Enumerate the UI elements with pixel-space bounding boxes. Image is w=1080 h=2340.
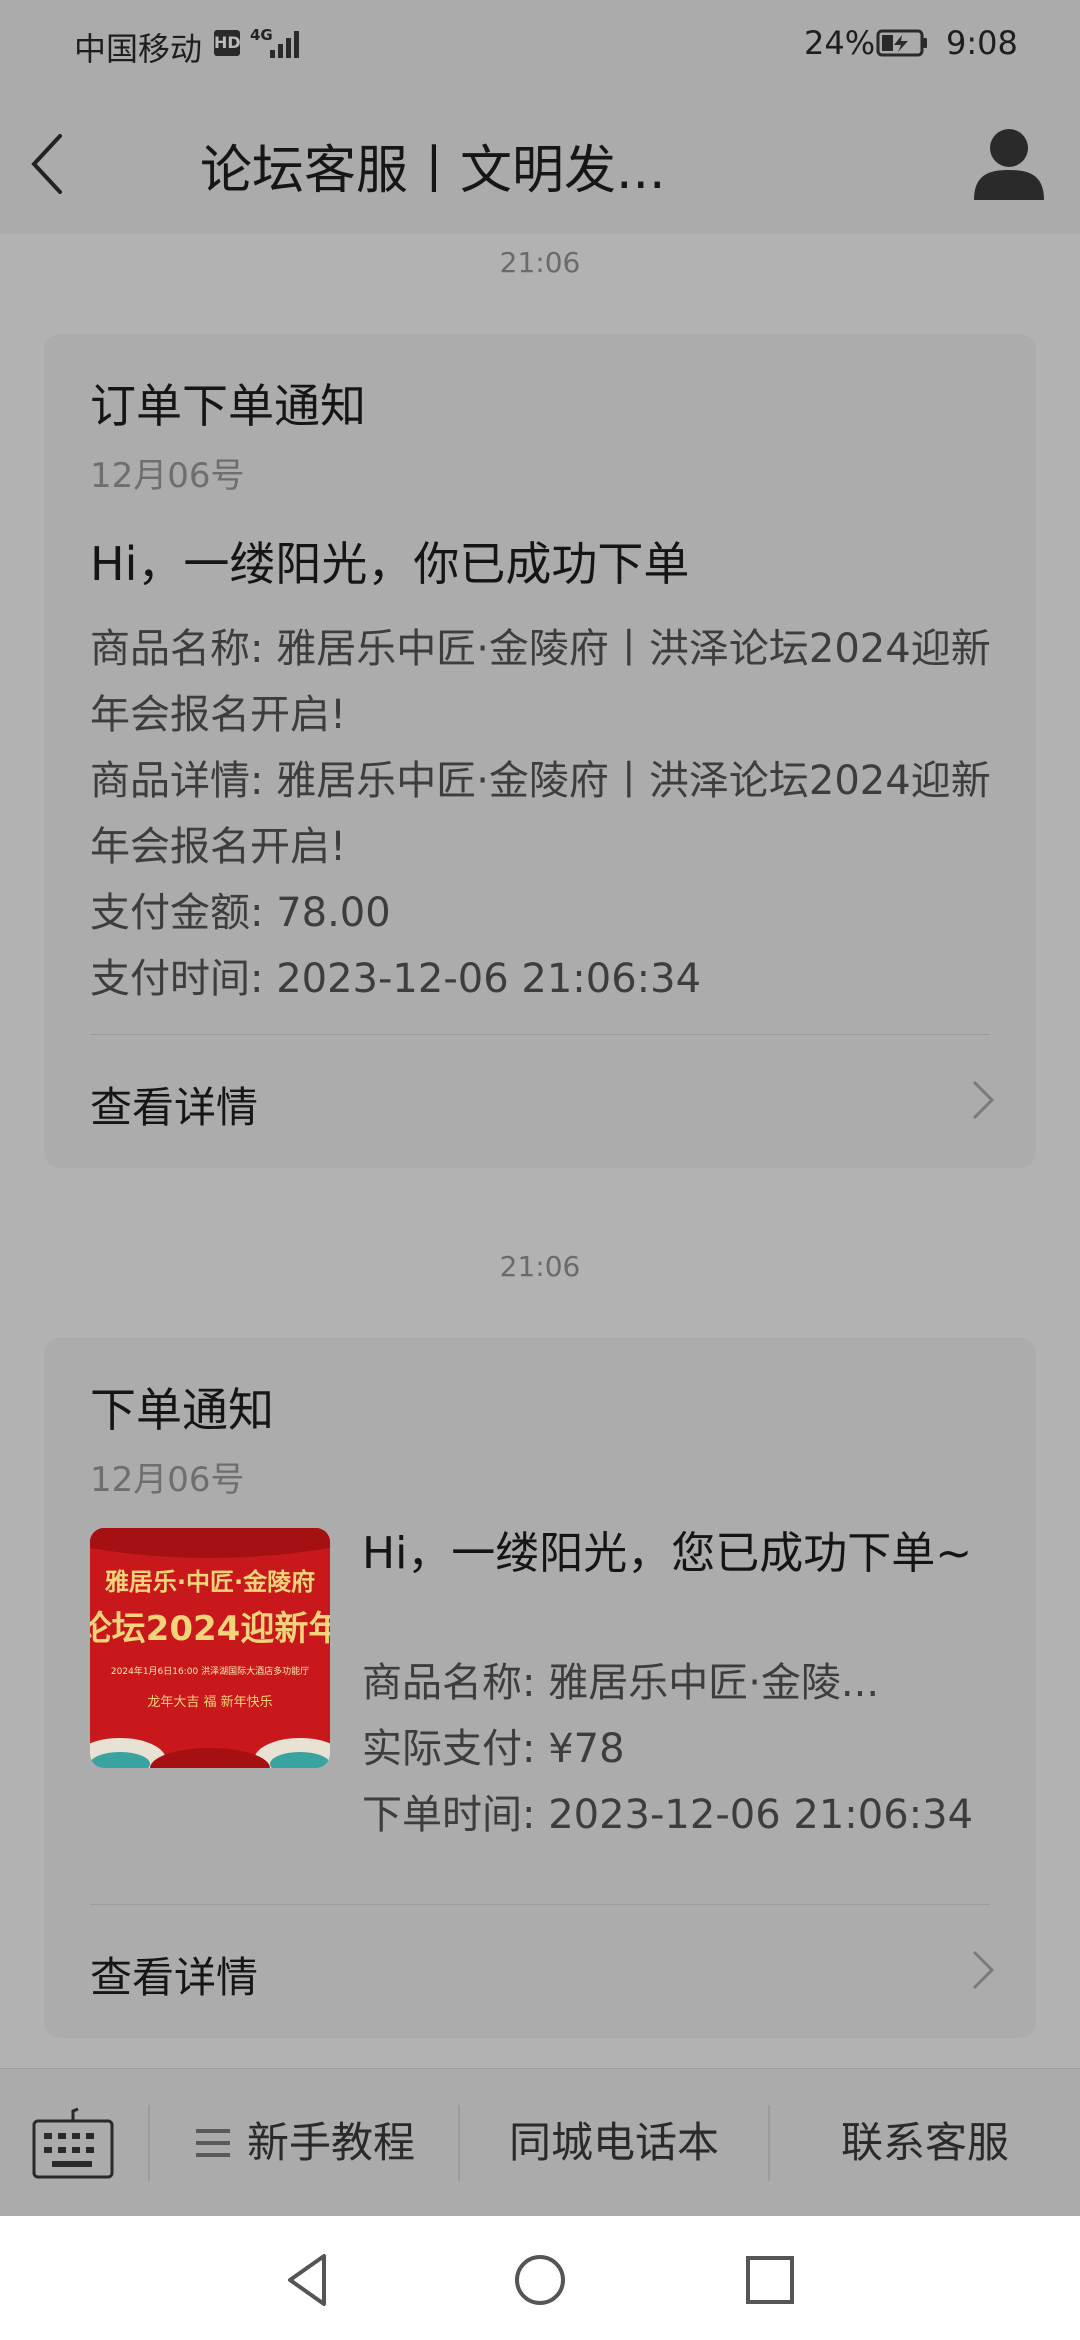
chevron-right-icon bbox=[972, 1950, 995, 1990]
chat-title: 论坛客服丨文明发... bbox=[200, 141, 666, 201]
card-date: 12月06号 bbox=[90, 456, 245, 496]
battery-percent: 24% bbox=[804, 24, 876, 62]
order-notification-card[interactable]: 订单下单通知 12月06号 Hi，一缕阳光，你已成功下单 商品名称: 雅居乐中匠… bbox=[44, 334, 1036, 1168]
poster-line-4: 龙年大吉 福 新年快乐 bbox=[147, 1694, 272, 1710]
card-title: 订单下单通知 bbox=[90, 379, 366, 433]
hamburger-icon bbox=[196, 2129, 230, 2157]
view-details-label: 查看详情 bbox=[90, 1083, 259, 1132]
order-time-line: 下单时间: 2023-12-06 21:06:34 bbox=[362, 1792, 974, 1838]
poster-line-1: 雅居乐·中匠·金陵府 bbox=[105, 1568, 315, 1596]
product-name-line: 商品名称: 雅居乐中匠·金陵府丨洪泽论坛2024迎新年会报名开启! bbox=[90, 626, 991, 738]
view-details-link[interactable]: 查看详情 bbox=[44, 1036, 1036, 1166]
message-timestamp: 21:06 bbox=[499, 246, 581, 279]
view-details-link[interactable]: 查看详情 bbox=[44, 1906, 1036, 2036]
card-title: 下单通知 bbox=[90, 1383, 274, 1437]
card-greeting: Hi，一缕阳光，你已成功下单 bbox=[90, 537, 690, 591]
divider bbox=[90, 1034, 990, 1035]
profile-person-icon[interactable] bbox=[968, 122, 1050, 204]
card-date: 12月06号 bbox=[90, 1460, 245, 1500]
menu-item-city-phonebook[interactable]: 同城电话本 bbox=[460, 2069, 768, 2217]
back-chevron-left-icon[interactable] bbox=[18, 122, 82, 206]
order-notification-card[interactable]: 下单通知 12月06号 雅居乐·中匠·金陵府 论坛2024迎新年 2024年1月… bbox=[44, 1338, 1036, 2038]
menu-item-contact-support[interactable]: 联系客服 bbox=[770, 2069, 1080, 2217]
nav-home-circle-icon[interactable] bbox=[508, 2248, 572, 2312]
card-greeting: Hi，一缕阳光，您已成功下单~ bbox=[362, 1528, 973, 1579]
carrier-name: 中国移动 bbox=[74, 30, 203, 68]
clock: 9:08 bbox=[946, 24, 1018, 62]
bottom-menu-bar: 新手教程 同城电话本 联系客服 bbox=[0, 2068, 1080, 2217]
poster-line-2: 论坛2024迎新年 bbox=[90, 1609, 330, 1649]
nav-back-triangle-icon[interactable] bbox=[278, 2248, 342, 2312]
message-timestamp: 21:06 bbox=[499, 1250, 581, 1283]
battery-charging-icon bbox=[876, 29, 927, 57]
actual-payment-line: 实际支付: ¥78 bbox=[362, 1726, 625, 1772]
chat-header: 论坛客服丨文明发... bbox=[0, 92, 1080, 234]
event-poster-thumbnail[interactable]: 雅居乐·中匠·金陵府 论坛2024迎新年 2024年1月6日16:00 洪泽湖国… bbox=[90, 1528, 330, 1768]
chevron-right-icon bbox=[972, 1080, 995, 1120]
system-navigation-bar bbox=[0, 2216, 1080, 2340]
divider bbox=[90, 1904, 990, 1905]
payment-amount-line: 支付金额: 78.00 bbox=[90, 890, 391, 936]
poster-line-3: 2024年1月6日16:00 洪泽湖国际大酒店多功能厅 bbox=[111, 1665, 309, 1677]
poster-image: 雅居乐·中匠·金陵府 论坛2024迎新年 2024年1月6日16:00 洪泽湖国… bbox=[90, 1528, 330, 1768]
payment-time-line: 支付时间: 2023-12-06 21:06:34 bbox=[90, 956, 702, 1002]
product-name-line: 商品名称: 雅居乐中匠·金陵... bbox=[362, 1660, 880, 1706]
status-bar: 中国移动 HD 4G 24% 9:08 bbox=[0, 0, 1080, 92]
view-details-label: 查看详情 bbox=[90, 1953, 259, 2002]
product-details-line: 商品详情: 雅居乐中匠·金陵府丨洪泽论坛2024迎新年会报名开启! bbox=[90, 758, 991, 870]
hd-badge: HD bbox=[214, 30, 241, 56]
signal-icon bbox=[270, 31, 299, 58]
keyboard-icon[interactable] bbox=[30, 2107, 116, 2181]
nav-recents-square-icon[interactable] bbox=[738, 2248, 802, 2312]
